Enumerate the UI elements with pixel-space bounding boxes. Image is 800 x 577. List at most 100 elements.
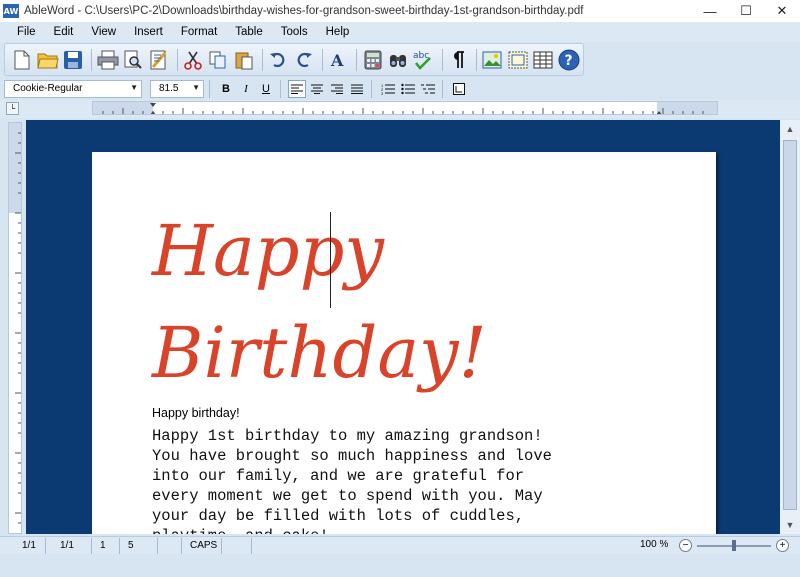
bullet-list-icon <box>401 83 415 94</box>
menu-edit[interactable]: Edit <box>45 26 83 38</box>
toolbar-separator <box>176 48 178 71</box>
status-empty <box>222 537 252 554</box>
chevron-down-icon: ▼ <box>130 82 138 92</box>
menu-insert[interactable]: Insert <box>125 26 172 38</box>
tab-stop-selector[interactable]: └ <box>6 102 19 115</box>
minimize-button[interactable]: — <box>692 0 728 22</box>
font-size-value: 81.5 <box>159 83 179 94</box>
font-size-select[interactable]: 81.5 ▼ <box>150 79 204 98</box>
export-icon[interactable] <box>147 48 169 72</box>
print-icon[interactable] <box>96 48 119 72</box>
menu-table[interactable]: Table <box>226 26 272 38</box>
justify-icon <box>351 84 363 94</box>
justify-button[interactable] <box>348 80 366 98</box>
status-page: 1/1 <box>0 537 46 554</box>
align-center-button[interactable] <box>308 80 326 98</box>
scroll-thumb[interactable] <box>783 140 797 510</box>
text-cursor <box>330 212 331 308</box>
format-separator <box>209 79 210 98</box>
title-bar: AW AbleWord - C:\Users\PC-2\Downloads\bi… <box>0 0 800 22</box>
redo-icon[interactable] <box>293 48 315 72</box>
frame-icon[interactable] <box>507 48 529 72</box>
new-document-icon[interactable] <box>11 48 33 72</box>
undo-icon[interactable] <box>267 48 289 72</box>
italic-button[interactable]: I <box>237 80 255 98</box>
format-bar: Cookie-Regular ▼ 81.5 ▼ B I U 123 <box>4 78 800 99</box>
subheading-text[interactable]: Happy birthday! <box>152 406 240 420</box>
status-line: 1 <box>92 537 120 554</box>
app-icon: AW <box>3 4 19 18</box>
svg-text:A: A <box>330 51 344 69</box>
format-separator <box>442 79 443 98</box>
status-bar: 1/1 1/1 1 5 CAPS 100 % − + <box>0 536 800 554</box>
zoom-in-icon[interactable]: + <box>776 539 789 552</box>
page-layout-button[interactable] <box>450 80 468 98</box>
horizontal-ruler[interactable] <box>92 101 718 115</box>
table-icon[interactable] <box>532 48 554 72</box>
window-title: AbleWord - C:\Users\PC-2\Downloads\birth… <box>24 5 584 17</box>
bold-button[interactable]: B <box>217 80 235 98</box>
font-name-select[interactable]: Cookie-Regular ▼ <box>4 79 142 98</box>
menu-help[interactable]: Help <box>317 26 359 38</box>
zoom-slider-thumb[interactable] <box>732 540 736 551</box>
body-paragraph[interactable]: Happy 1st birthday to my amazing grandso… <box>152 426 572 534</box>
font-name-value: Cookie-Regular <box>13 83 83 94</box>
copy-icon[interactable] <box>207 48 229 72</box>
toolbar-separator <box>91 48 93 71</box>
status-empty <box>158 537 182 554</box>
vertical-ruler[interactable] <box>8 122 22 534</box>
window-controls: — ☐ ✕ <box>692 0 800 22</box>
align-left-icon <box>291 84 303 94</box>
scroll-down-icon[interactable]: ▼ <box>780 516 800 534</box>
ruler-ticks <box>102 103 704 114</box>
toolbar-separator <box>441 48 443 71</box>
svg-text:?: ? <box>564 53 572 69</box>
main-toolbar: A abc ? <box>4 43 584 76</box>
save-icon[interactable] <box>62 48 84 72</box>
open-folder-icon[interactable] <box>36 48 59 72</box>
insert-image-icon[interactable] <box>481 48 503 72</box>
close-button[interactable]: ✕ <box>764 0 800 22</box>
menu-bar: File Edit View Insert Format Table Tools… <box>0 22 800 42</box>
svg-text:3: 3 <box>381 91 384 95</box>
menu-file[interactable]: File <box>8 26 45 38</box>
toolbar-separator <box>262 48 264 71</box>
find-icon[interactable] <box>387 48 409 72</box>
bullet-list-button[interactable] <box>399 80 417 98</box>
font-icon[interactable]: A <box>327 48 349 72</box>
status-column: 5 <box>120 537 158 554</box>
toolbar-separator <box>476 48 478 71</box>
help-icon[interactable]: ? <box>557 48 580 72</box>
menu-view[interactable]: View <box>82 26 125 38</box>
menu-tools[interactable]: Tools <box>272 26 317 38</box>
menu-format[interactable]: Format <box>172 26 226 38</box>
print-preview-icon[interactable] <box>122 48 144 72</box>
paste-icon[interactable] <box>233 48 255 72</box>
numbered-list-button[interactable]: 123 <box>379 80 397 98</box>
spellcheck-icon[interactable]: abc <box>412 48 434 72</box>
pilcrow-icon[interactable] <box>447 48 469 72</box>
status-section: 1/1 <box>46 537 92 554</box>
vertical-scrollbar[interactable]: ▲ ▼ <box>780 120 800 534</box>
scroll-up-icon[interactable]: ▲ <box>780 120 800 138</box>
align-right-icon <box>331 84 343 94</box>
maximize-button[interactable]: ☐ <box>728 0 764 22</box>
zoom-level: 100 % <box>640 539 669 550</box>
calculator-icon[interactable] <box>361 48 383 72</box>
cut-icon[interactable] <box>182 48 204 72</box>
status-caps: CAPS <box>182 537 222 554</box>
document-workspace: Happy Birthday! Happy birthday! Happy 1s… <box>26 120 780 534</box>
align-left-button[interactable] <box>288 79 306 98</box>
document-page[interactable]: Happy Birthday! Happy birthday! Happy 1s… <box>92 152 716 534</box>
window-bottom-frame <box>0 554 800 577</box>
zoom-out-icon[interactable]: − <box>679 539 692 552</box>
vertical-ruler-ticks <box>15 132 21 524</box>
toolbar-separator <box>356 48 358 71</box>
chevron-down-icon: ▼ <box>192 82 200 92</box>
page-layout-icon <box>453 82 465 95</box>
align-right-button[interactable] <box>328 80 346 98</box>
underline-button[interactable]: U <box>257 80 275 98</box>
heading-happy[interactable]: Happy <box>152 216 384 286</box>
outline-list-button[interactable] <box>419 80 437 98</box>
heading-birthday[interactable]: Birthday! <box>152 318 487 388</box>
